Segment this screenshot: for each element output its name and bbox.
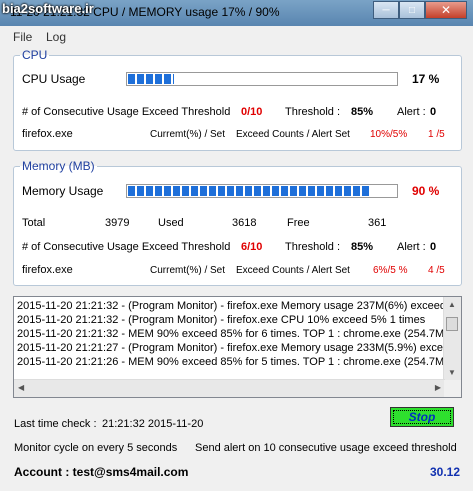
cpu-alert-value: 0 xyxy=(430,106,437,118)
memory-current-value: 6%/5 % xyxy=(373,265,408,276)
vertical-scrollbar[interactable]: ▲ ▼ xyxy=(443,297,461,381)
scroll-left-icon[interactable]: ◀ xyxy=(18,383,24,392)
cpu-threshold-value: 85% xyxy=(351,106,374,118)
stop-button[interactable]: Stop xyxy=(390,407,454,427)
maximize-button[interactable]: □ xyxy=(399,1,425,19)
memory-threshold-label: Threshold : xyxy=(285,241,341,253)
log-list[interactable]: 2015-11-20 21:21:32 - (Program Monitor) … xyxy=(13,296,462,398)
cpu-exceed-label: # of Consecutive Usage Exceed Threshold xyxy=(22,106,231,118)
cpu-threshold-label: Threshold : xyxy=(285,106,341,118)
scroll-down-icon[interactable]: ▼ xyxy=(448,368,456,377)
memory-usage-value: 90 % xyxy=(412,184,440,198)
cpu-exceed-counts-value: 1 /5 xyxy=(428,129,445,140)
menu-log[interactable]: Log xyxy=(46,30,66,44)
cpu-usage-value: 17 % xyxy=(412,72,440,86)
memory-exceed-counts-value: 4 /5 xyxy=(428,265,445,276)
watermark-logo: bia2software.ir xyxy=(2,1,94,16)
cpu-exceed-counts-label: Exceed Counts / Alert Set xyxy=(236,129,350,140)
minimize-icon: ─ xyxy=(382,4,390,16)
title-bar[interactable]: 11-20 21:21:32 CPU / MEMORY usage 17% / … xyxy=(0,0,473,26)
cpu-usage-bar-fill xyxy=(128,74,174,84)
alert-settings-text: Send alert on 10 consecutive usage excee… xyxy=(195,442,457,454)
cpu-usage-label: CPU Usage xyxy=(22,72,86,86)
memory-usage-label: Memory Usage xyxy=(22,184,104,198)
memory-alert-label: Alert : xyxy=(397,241,426,253)
log-line: 2015-11-20 21:21:32 - (Program Monitor) … xyxy=(17,300,446,312)
memory-exceed-counts-label: Exceed Counts / Alert Set xyxy=(236,265,350,276)
menu-bar: File Log xyxy=(0,29,473,45)
minimize-button[interactable]: ─ xyxy=(373,1,399,19)
memory-alert-value: 0 xyxy=(430,241,437,253)
memory-usage-bar xyxy=(126,184,398,198)
monitor-cycle-text: Monitor cycle on every 5 seconds xyxy=(14,442,178,454)
memory-free-label: Free xyxy=(287,217,310,229)
memory-free-value: 361 xyxy=(368,217,387,229)
cpu-process-name: firefox.exe xyxy=(22,128,73,140)
log-line: 2015-11-20 21:21:32 - (Program Monitor) … xyxy=(17,314,426,326)
memory-process-name: firefox.exe xyxy=(22,264,73,276)
cpu-legend: CPU xyxy=(22,48,48,62)
memory-legend: Memory (MB) xyxy=(22,159,95,173)
memory-total-value: 3979 xyxy=(105,217,130,229)
scroll-corner xyxy=(444,380,461,397)
memory-used-label: Used xyxy=(158,217,184,229)
last-check-label: Last time check : xyxy=(14,418,97,430)
cpu-usage-bar xyxy=(126,72,398,86)
log-line: 2015-11-20 21:21:26 - MEM 90% exceed 85%… xyxy=(17,356,448,368)
memory-total-label: Total xyxy=(22,217,46,229)
memory-exceed-label: # of Consecutive Usage Exceed Threshold xyxy=(22,241,231,253)
menu-file[interactable]: File xyxy=(13,30,32,44)
horizontal-scrollbar[interactable]: ◀ ▶ xyxy=(14,379,445,397)
cpu-exceed-value: 0/10 xyxy=(241,106,263,118)
close-button[interactable]: ✕ xyxy=(425,1,467,19)
cpu-alert-label: Alert : xyxy=(397,106,426,118)
scroll-right-icon[interactable]: ▶ xyxy=(435,383,441,392)
memory-used-value: 3618 xyxy=(232,217,257,229)
cpu-current-label: Curremt(%) / Set xyxy=(150,129,226,140)
memory-current-label: Curremt(%) / Set xyxy=(150,265,226,276)
last-check-value: 21:21:32 2015-11-20 xyxy=(102,418,204,430)
log-line: 2015-11-20 21:21:32 - MEM 90% exceed 85%… xyxy=(17,328,448,340)
version-label: 30.12 xyxy=(430,465,461,479)
memory-exceed-value: 6/10 xyxy=(241,241,263,253)
log-line: 2015-11-20 21:21:27 - (Program Monitor) … xyxy=(17,342,456,354)
scroll-up-icon[interactable]: ▲ xyxy=(448,300,456,309)
cpu-current-value: 10%/5% xyxy=(370,129,408,140)
window-controls: ─ □ ✕ xyxy=(373,1,467,19)
close-icon: ✕ xyxy=(440,3,452,17)
maximize-icon: □ xyxy=(408,4,416,16)
memory-threshold-value: 85% xyxy=(351,241,374,253)
memory-usage-bar-fill xyxy=(128,186,370,196)
scroll-thumb[interactable] xyxy=(446,317,458,331)
account-text: Account : test@sms4mail.com xyxy=(14,465,189,479)
